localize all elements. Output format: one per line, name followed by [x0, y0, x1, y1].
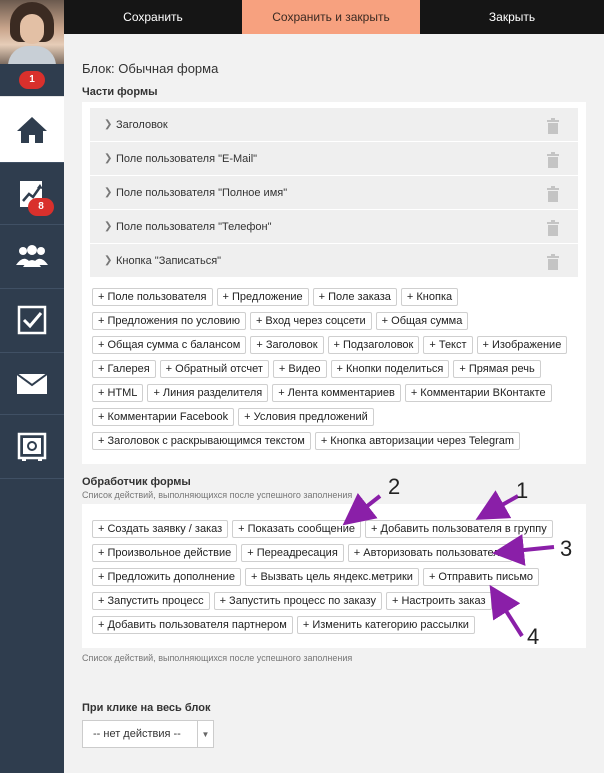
page-title: Блок: Обычная форма	[82, 61, 219, 76]
form-part-row[interactable]: ❯ Заголовок	[90, 108, 578, 142]
chevron-right-icon[interactable]: ❯	[104, 187, 112, 198]
close-button[interactable]: Закрыть	[420, 0, 604, 34]
stats-badge[interactable]: 8	[28, 198, 54, 216]
save-button[interactable]: Сохранить	[64, 0, 242, 34]
save-and-close-button[interactable]: Сохранить и закрыть	[242, 0, 420, 34]
click-action-selected-value: -- нет действия --	[93, 728, 181, 740]
add-part-button[interactable]: + Кнопки поделиться	[330, 360, 450, 378]
add-part-button[interactable]: + Условия предложений	[238, 408, 374, 426]
add-part-button[interactable]: + Обратный отсчет	[159, 360, 269, 378]
sidebar-item-safe[interactable]	[0, 414, 64, 478]
form-handler-footer-note: Список действий, выполняющихся после усп…	[82, 653, 353, 663]
add-part-button[interactable]: + Лента комментариев	[272, 384, 401, 402]
add-action-button[interactable]: + Показать сообщение	[232, 520, 362, 538]
add-part-button[interactable]: + Общая сумма	[375, 312, 469, 330]
form-handler-panel: + Создать заявку / заказ + Показать сооб…	[82, 504, 586, 648]
form-parts-title: Части формы	[82, 86, 158, 98]
add-part-button[interactable]: + Видео	[272, 360, 327, 378]
notification-badge[interactable]: 1	[19, 71, 45, 89]
add-part-button[interactable]: + Галерея	[92, 360, 156, 378]
add-action-button[interactable]: + Произвольное действие	[92, 544, 238, 562]
sidebar-item-users[interactable]	[0, 224, 64, 286]
add-action-button[interactable]: + Изменить категорию рассылки	[296, 616, 475, 634]
safe-icon	[17, 432, 47, 461]
home-icon	[17, 116, 47, 143]
add-part-button[interactable]: + Предложение	[216, 288, 309, 306]
add-part-button[interactable]: + Подзаголовок	[327, 336, 420, 354]
add-action-button[interactable]: + Добавить пользователя партнером	[92, 616, 293, 634]
add-part-button[interactable]: + Прямая речь	[453, 360, 541, 378]
annotation-number-2: 2	[388, 474, 401, 499]
add-part-button[interactable]: + Заголовок с раскрывающимся текстом	[92, 432, 311, 450]
sidebar: 1 8	[0, 0, 64, 773]
form-part-label: Поле пользователя "E-Mail"	[116, 152, 258, 165]
add-part-button[interactable]: + Общая сумма с балансом	[92, 336, 247, 354]
form-handler-title: Обработчик формы	[82, 476, 191, 488]
mail-icon	[16, 372, 48, 394]
add-part-buttons: + Поле пользователя + Предложение + Поле…	[92, 288, 578, 450]
chevron-right-icon[interactable]: ❯	[104, 119, 112, 130]
add-part-button[interactable]: + Изображение	[476, 336, 568, 354]
trash-icon[interactable]	[546, 152, 560, 168]
form-part-label: Кнопка "Записаться"	[116, 254, 222, 267]
toolbar: Сохранить Сохранить и закрыть Закрыть	[64, 0, 604, 34]
add-action-button[interactable]: + Предложить дополнение	[92, 568, 241, 586]
trash-icon[interactable]	[546, 186, 560, 202]
chevron-down-icon[interactable]: ▼	[197, 721, 213, 747]
form-part-row[interactable]: ❯ Поле пользователя "Полное имя"	[90, 176, 578, 210]
add-action-button[interactable]: + Авторизовать пользователя	[347, 544, 512, 562]
add-action-button[interactable]: + Запустить процесс по заказу	[213, 592, 382, 610]
add-action-button[interactable]: + Вызвать цель яндекс.метрики	[244, 568, 419, 586]
sidebar-item-mail[interactable]	[0, 352, 64, 414]
click-action-select[interactable]: -- нет действия -- ▼	[82, 720, 214, 748]
trash-icon[interactable]	[546, 118, 560, 134]
sidebar-item-tasks[interactable]	[0, 288, 64, 350]
trash-icon[interactable]	[546, 220, 560, 236]
form-part-label: Заголовок	[116, 118, 168, 131]
form-part-row[interactable]: ❯ Поле пользователя "Телефон"	[90, 210, 578, 244]
chevron-right-icon[interactable]: ❯	[104, 221, 112, 232]
add-part-button[interactable]: + Поле заказа	[312, 288, 397, 306]
trash-icon[interactable]	[546, 254, 560, 270]
avatar[interactable]	[0, 0, 64, 64]
users-icon	[16, 244, 48, 267]
add-part-button[interactable]: + Кнопка	[400, 288, 459, 306]
add-part-button[interactable]: + HTML	[92, 384, 144, 402]
annotation-number-4: 4	[527, 624, 540, 649]
add-action-button[interactable]: + Создать заявку / заказ	[92, 520, 229, 538]
add-action-button[interactable]: + Добавить пользователя в группу	[365, 520, 553, 538]
add-part-button[interactable]: + Линия разделителя	[147, 384, 269, 402]
sidebar-item-home[interactable]	[0, 96, 64, 162]
add-part-button[interactable]: + Заголовок	[250, 336, 324, 354]
chevron-right-icon[interactable]: ❯	[104, 153, 112, 164]
form-part-label: Поле пользователя "Телефон"	[116, 220, 272, 233]
form-part-label: Поле пользователя "Полное имя"	[116, 186, 288, 199]
annotation-number-1: 1	[516, 478, 529, 503]
sidebar-empty-area	[0, 478, 64, 773]
form-parts-panel: ❯ Заголовок ❯ Поле пользователя "E-Mail"…	[82, 102, 586, 464]
add-part-button[interactable]: + Комментарии Facebook	[92, 408, 235, 426]
form-part-row[interactable]: ❯ Кнопка "Записаться"	[90, 244, 578, 278]
add-action-button[interactable]: + Запустить процесс	[92, 592, 210, 610]
add-part-button[interactable]: + Поле пользователя	[92, 288, 213, 306]
add-part-button[interactable]: + Комментарии ВКонтакте	[404, 384, 552, 402]
form-handler-subtitle: Список действий, выполняющихся после усп…	[82, 490, 353, 500]
form-part-row[interactable]: ❯ Поле пользователя "E-Mail"	[90, 142, 578, 176]
add-action-buttons: + Создать заявку / заказ + Показать сооб…	[92, 520, 578, 634]
chevron-right-icon[interactable]: ❯	[104, 255, 112, 266]
add-action-button[interactable]: + Переадресация	[241, 544, 344, 562]
add-part-button[interactable]: + Предложения по условию	[92, 312, 246, 330]
add-part-button[interactable]: + Вход через соцсети	[249, 312, 372, 330]
click-action-title: При клике на весь блок	[82, 702, 211, 714]
add-part-button[interactable]: + Текст	[423, 336, 473, 354]
add-action-button[interactable]: + Настроить заказ	[385, 592, 492, 610]
annotation-number-3: 3	[560, 536, 573, 561]
checkbox-icon	[17, 305, 47, 334]
add-action-button[interactable]: + Отправить письмо	[422, 568, 540, 586]
add-part-button[interactable]: + Кнопка авторизации через Telegram	[314, 432, 521, 450]
